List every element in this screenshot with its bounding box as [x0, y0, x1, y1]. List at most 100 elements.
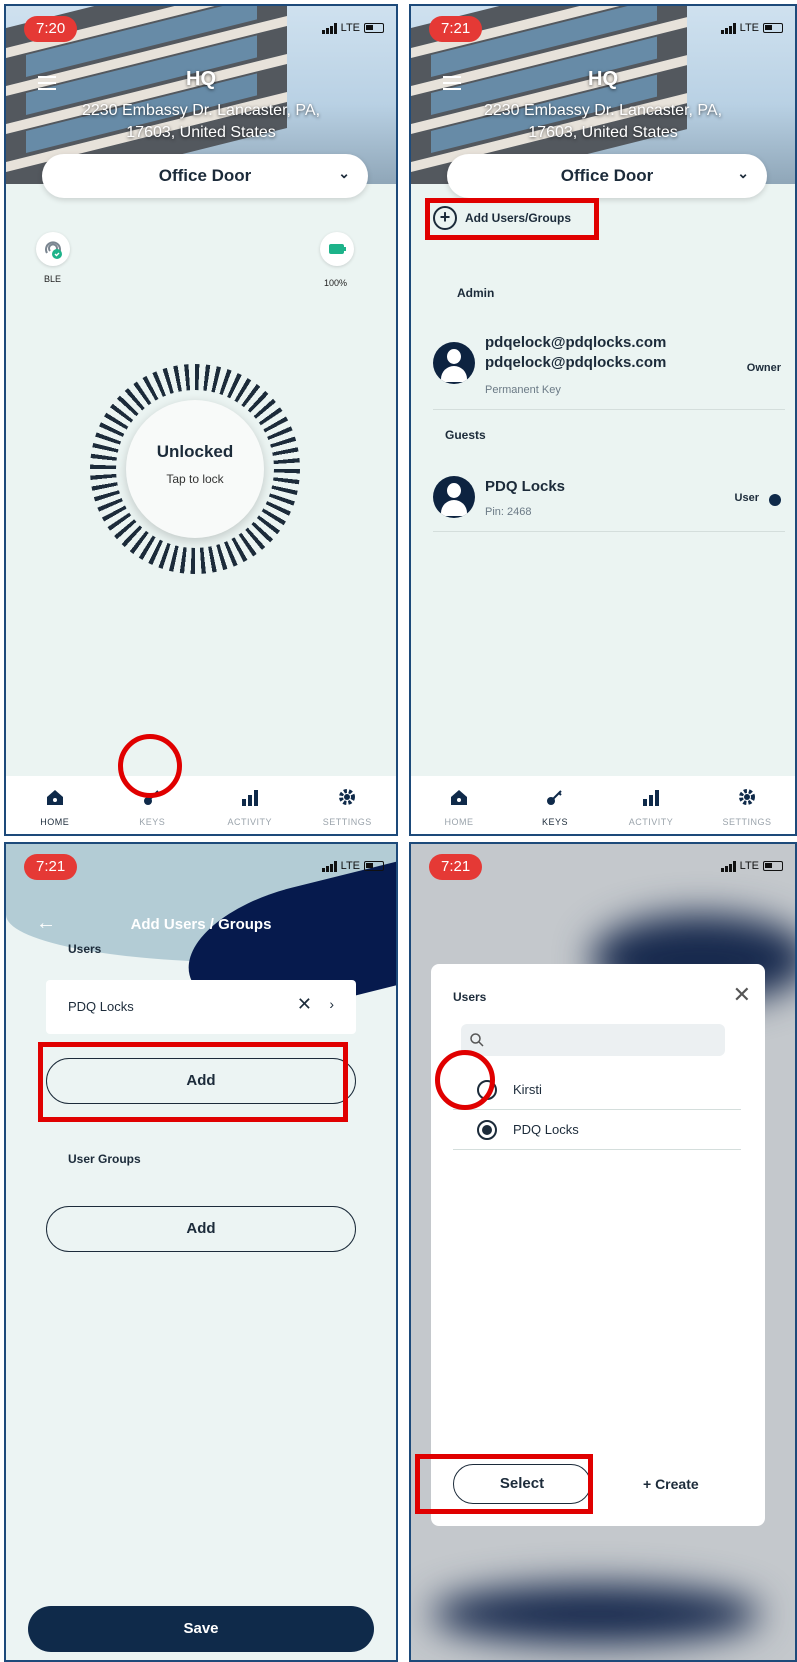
home-icon — [451, 790, 467, 805]
ble-label: BLE — [44, 274, 62, 284]
activity-chart-icon — [241, 790, 258, 806]
add-group-button[interactable]: Add — [46, 1206, 356, 1252]
avatar — [433, 342, 475, 384]
location-address: 2230 Embassy Dr. Lancaster, PA, 17603, U… — [451, 100, 755, 144]
add-users-groups-screen: 7:21 LTE ← Add Users / Groups Users PDQ … — [4, 842, 398, 1662]
selected-user-name: PDQ Locks — [68, 999, 134, 1014]
status-time: 7:21 — [24, 854, 78, 880]
lock-hint: Tap to lock — [166, 472, 224, 486]
guest-user-pin: Pin: 2468 — [485, 506, 532, 518]
guest-user-name: PDQ Locks — [485, 478, 566, 495]
location-title: HQ — [186, 68, 216, 90]
activity-chart-icon — [643, 790, 659, 806]
highlight-selected-radio — [435, 1050, 495, 1110]
tab-activity[interactable]: ACTIVITY — [603, 776, 699, 834]
guests-section-title: Guests — [445, 428, 486, 442]
home-screen: HQ 2230 Embassy Dr. Lancaster, PA, 17603… — [4, 4, 398, 836]
home-icon — [46, 790, 63, 805]
status-time: 7:21 — [429, 854, 483, 880]
gear-icon — [739, 789, 755, 805]
status-indicators: LTE — [720, 860, 783, 872]
door-selector-value: Office Door — [158, 166, 252, 185]
user-option-label: Kirsti — [513, 1082, 542, 1097]
create-button[interactable]: + Create — [643, 1476, 699, 1492]
location-address: 2230 Embassy Dr. Lancaster, PA, 17603, U… — [46, 100, 356, 144]
signal-icon — [720, 22, 736, 34]
users-section-title: Users — [68, 942, 102, 956]
blurred-background — [431, 1584, 761, 1644]
signal-icon — [720, 860, 736, 872]
chevron-down-icon: ⌄ — [338, 165, 350, 181]
gear-icon — [339, 789, 356, 805]
selected-user-field[interactable]: PDQ Locks ✕ › — [46, 980, 356, 1034]
address-line-1: 2230 Embassy Dr. Lancaster, PA, — [483, 102, 723, 119]
page-title: Add Users / Groups — [130, 916, 272, 933]
network-label: LTE — [340, 22, 360, 34]
network-label: LTE — [340, 860, 360, 872]
tab-settings-label: SETTINGS — [722, 817, 772, 827]
close-icon[interactable]: ✕ — [733, 982, 751, 1008]
signal-icon — [321, 860, 337, 872]
status-indicators: LTE — [321, 22, 384, 34]
highlight-keys-tab — [118, 734, 182, 798]
keys-screen: HQ 2230 Embassy Dr. Lancaster, PA, 17603… — [409, 4, 797, 836]
highlight-add-button — [38, 1042, 348, 1122]
user-option-kirsti[interactable]: Kirsti — [453, 1070, 741, 1110]
bluetooth-signal-icon — [45, 241, 62, 259]
admin-section-title: Admin — [457, 286, 495, 300]
tab-settings[interactable]: SETTINGS — [299, 776, 397, 834]
battery-level: 100% — [324, 278, 348, 288]
door-selector[interactable]: Office Door ⌄ — [447, 154, 767, 198]
address-line-2: 17603, United States — [528, 124, 678, 141]
lock-dial[interactable]: Unlocked Tap to lock — [90, 364, 300, 574]
guest-role: User — [734, 492, 759, 504]
door-selector[interactable]: Office Door ⌄ — [42, 154, 368, 198]
tab-home-label: HOME — [40, 817, 70, 827]
admin-user-name: pdqelock@pdqlocks.com — [485, 334, 667, 351]
admin-user-email: pdqelock@pdqlocks.com — [485, 354, 667, 371]
tab-activity-label: ACTIVITY — [227, 817, 272, 827]
user-option-label: PDQ Locks — [513, 1122, 579, 1137]
status-time: 7:20 — [24, 16, 78, 42]
tab-activity[interactable]: ACTIVITY — [201, 776, 299, 834]
avatar — [433, 476, 475, 518]
modal-title: Users — [453, 990, 487, 1004]
battery-status — [320, 232, 354, 266]
tab-keys-label: KEYS — [139, 817, 166, 827]
tab-bar: HOME KEYS ACTIVITY SETTINGS — [411, 776, 795, 834]
battery-icon — [763, 861, 783, 871]
search-input[interactable] — [461, 1024, 725, 1056]
admin-role: Owner — [746, 362, 781, 374]
status-indicators: LTE — [720, 22, 783, 34]
status-dot — [769, 494, 781, 506]
chevron-right-icon[interactable]: › — [329, 996, 334, 1012]
users-modal: Users ✕ Kirsti PDQ Locks Select + Create — [431, 964, 765, 1526]
network-label: LTE — [739, 22, 759, 34]
tab-activity-label: ACTIVITY — [628, 817, 674, 827]
close-icon[interactable]: ✕ — [297, 994, 312, 1015]
admin-key-type: Permanent Key — [485, 384, 561, 396]
network-label: LTE — [739, 860, 759, 872]
admin-user-row[interactable]: pdqelock@pdqlocks.com pdqelock@pdqlocks.… — [433, 328, 785, 410]
battery-icon — [763, 23, 783, 33]
battery-icon — [364, 23, 384, 33]
radio-selected[interactable] — [477, 1120, 497, 1140]
location-title: HQ — [588, 68, 618, 90]
tab-home[interactable]: HOME — [411, 776, 507, 834]
address-line-2: 17603, United States — [126, 124, 276, 141]
save-button[interactable]: Save — [28, 1606, 374, 1652]
battery-full-icon — [329, 244, 346, 254]
search-icon — [470, 1033, 484, 1047]
tab-settings-label: SETTINGS — [322, 817, 372, 827]
tab-home-label: HOME — [444, 817, 474, 827]
guest-user-row[interactable]: PDQ Locks Pin: 2468 User — [433, 466, 785, 532]
user-option-pdq-locks[interactable]: PDQ Locks — [453, 1110, 741, 1150]
highlight-select-button — [415, 1454, 593, 1514]
highlight-add-users — [425, 198, 599, 240]
tab-home[interactable]: HOME — [6, 776, 104, 834]
tab-keys[interactable]: KEYS — [507, 776, 603, 834]
lock-toggle-button[interactable]: Unlocked Tap to lock — [126, 400, 264, 538]
tab-settings[interactable]: SETTINGS — [699, 776, 795, 834]
signal-icon — [321, 22, 337, 34]
ble-status-button[interactable] — [36, 232, 70, 266]
